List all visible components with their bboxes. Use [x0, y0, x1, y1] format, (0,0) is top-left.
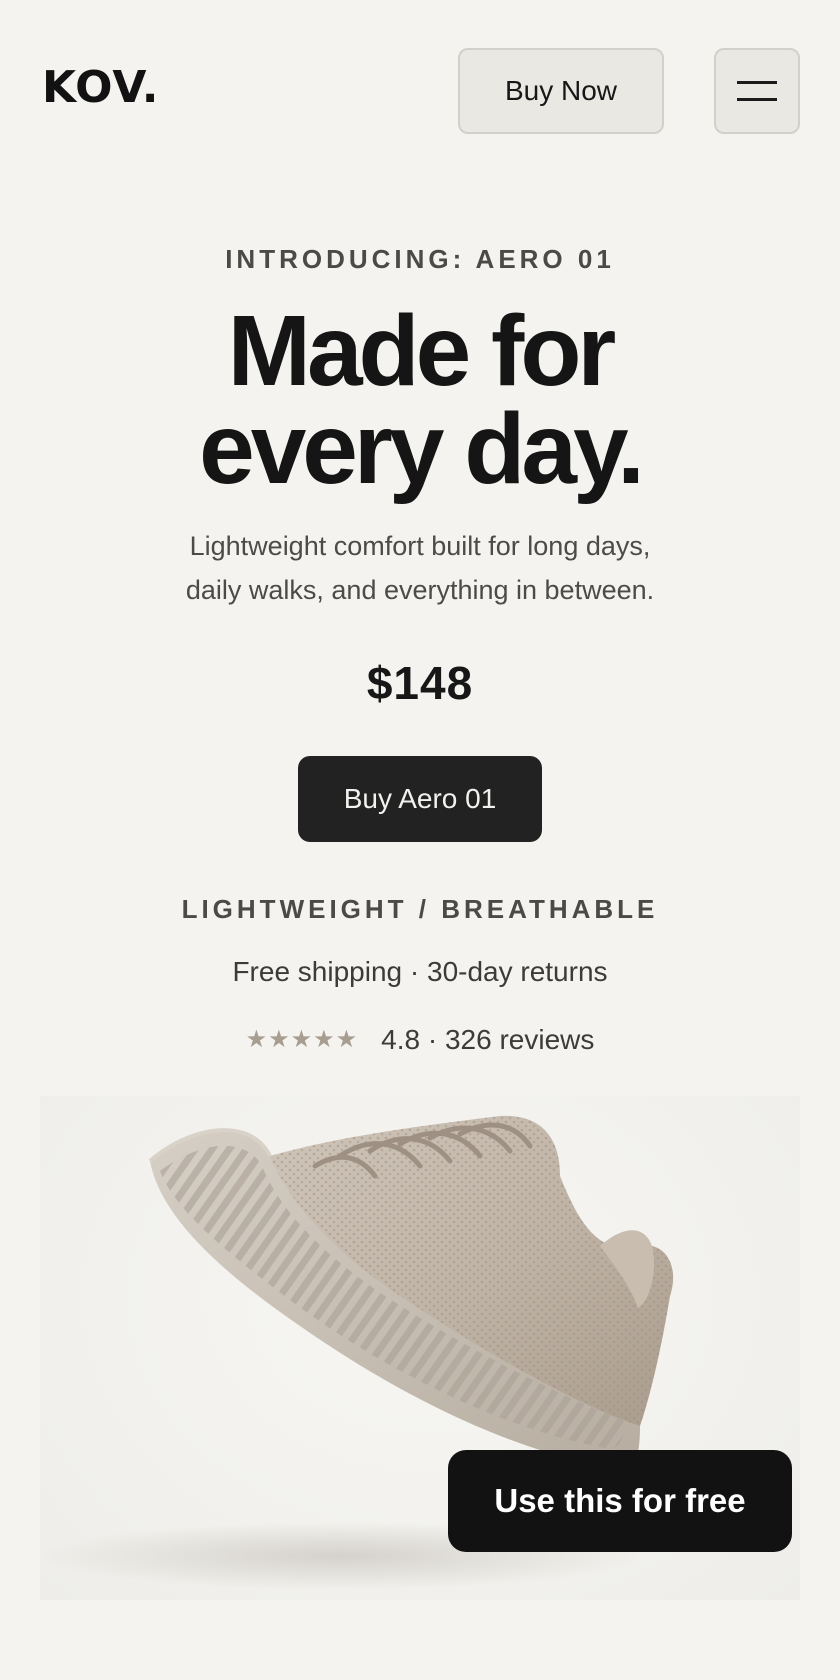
- hero-subtitle-line-1: Lightweight comfort built for long days,: [189, 531, 651, 561]
- hero-headline: Made for every day.: [0, 295, 840, 505]
- use-for-free-button[interactable]: Use this for free: [448, 1450, 792, 1552]
- hero-subtitle-line-2: daily walks, and everything in between.: [185, 575, 655, 605]
- buy-aero-button[interactable]: Buy Aero 01: [298, 756, 542, 842]
- feature-tags: LIGHTWEIGHT / BREATHABLE: [181, 894, 659, 924]
- buy-now-label: Buy Now: [504, 75, 618, 106]
- hero-subtitle: Lightweight comfort built for long days,…: [150, 524, 690, 612]
- hero-headline-line-2: every day.: [199, 393, 645, 505]
- brand-logo[interactable]: KOV.: [42, 66, 159, 110]
- hamburger-menu-icon: [737, 81, 777, 101]
- hero-headline-line-1: Made for: [227, 295, 617, 407]
- use-for-free-label: Use this for free: [494, 1482, 746, 1519]
- star-icon: ★: [245, 1026, 268, 1053]
- product-price: $148: [366, 657, 474, 709]
- star-rating: ★ ★ ★ ★ ★: [246, 1028, 358, 1052]
- rating-row: ★ ★ ★ ★ ★ 4.8 · 326 reviews: [0, 1026, 840, 1054]
- buy-aero-label: Buy Aero 01: [343, 783, 497, 814]
- star-icon: ★: [268, 1026, 290, 1053]
- menu-button[interactable]: [714, 48, 800, 134]
- header-buy-now-button[interactable]: Buy Now: [458, 48, 664, 134]
- eyebrow-label: INTRODUCING: AERO 01: [225, 244, 615, 274]
- star-icon: ★: [335, 1026, 358, 1053]
- shipping-info: Free shipping · 30-day returns: [232, 956, 608, 987]
- star-icon: ★: [313, 1026, 335, 1053]
- rating-text: 4.8 · 326 reviews: [381, 1024, 595, 1055]
- star-icon: ★: [290, 1026, 313, 1053]
